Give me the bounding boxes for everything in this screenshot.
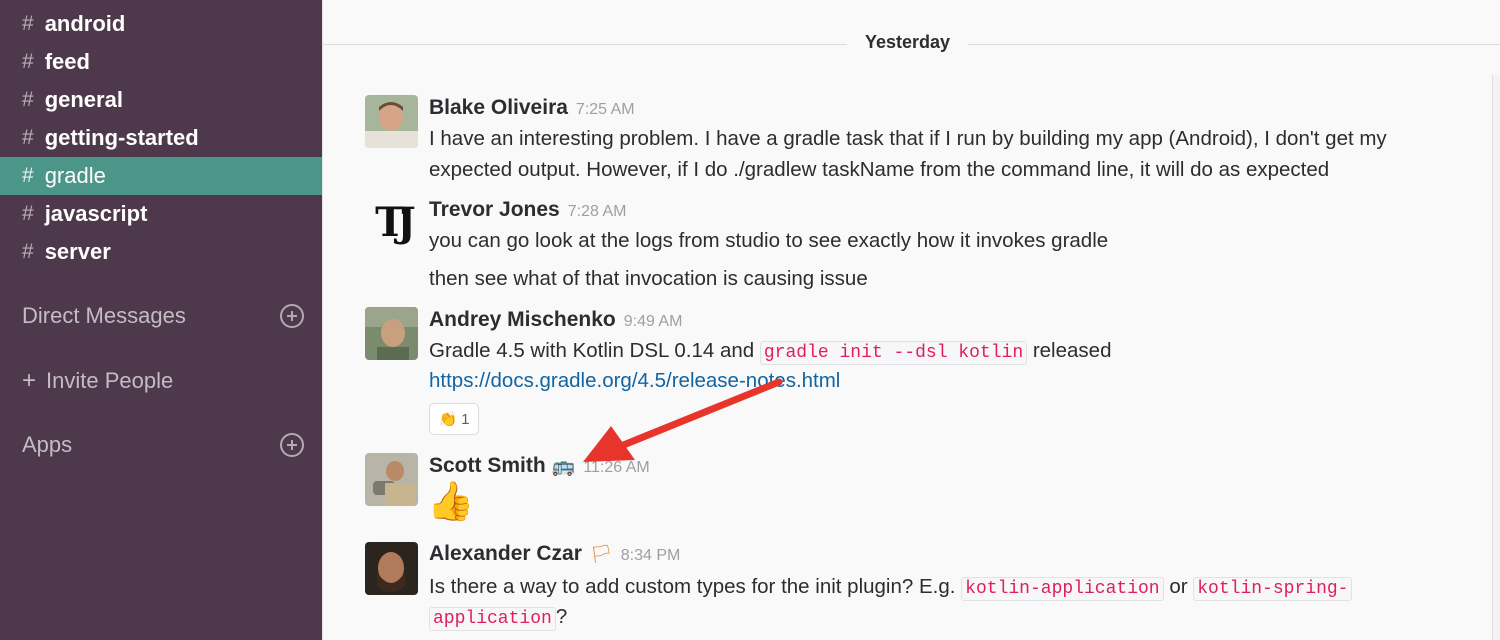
add-app-icon[interactable] — [280, 433, 304, 457]
message-pane: Yesterday Blake Oliveira 7:25 AM I have … — [322, 0, 1500, 640]
channel-label: android — [44, 11, 126, 36]
invite-people-label: Invite People — [46, 368, 174, 393]
avatar-photo-icon — [365, 453, 418, 506]
message-text: you can go look at the logs from studio … — [429, 229, 1109, 252]
message-header: Trevor Jones 7:28 AM — [429, 198, 626, 222]
hash-icon: # — [22, 202, 34, 225]
message-text: Gradle 4.5 with Kotlin DSL 0.14 and grad… — [429, 335, 1111, 369]
hash-icon: # — [22, 88, 34, 111]
timestamp[interactable]: 9:49 AM — [624, 313, 683, 331]
author-name[interactable]: Trevor Jones — [429, 198, 560, 222]
invite-people-button[interactable]: + Invite People — [22, 367, 304, 395]
message-text-part: Gradle 4.5 with Kotlin DSL 0.14 and — [429, 339, 755, 362]
timestamp[interactable]: 7:25 AM — [576, 101, 635, 119]
message-text: I have an interesting problem. I have a … — [429, 127, 1387, 150]
channel-feed[interactable]: # feed — [0, 43, 322, 81]
channel-gradle[interactable]: # gradle — [0, 157, 322, 195]
message-text: Is there a way to add custom types for t… — [429, 571, 1353, 605]
channel-server[interactable]: # server — [0, 233, 322, 271]
channel-general[interactable]: # general — [0, 81, 322, 119]
avatar[interactable] — [365, 307, 418, 360]
avatar-photo-icon — [365, 95, 418, 148]
hash-icon: # — [22, 50, 34, 73]
apps-section[interactable]: Apps — [22, 432, 304, 458]
channel-label: gradle — [44, 163, 106, 188]
channel-android[interactable]: # android — [0, 5, 322, 43]
message-text-part: or — [1169, 575, 1188, 598]
message-header: Blake Oliveira 7:25 AM — [429, 96, 635, 120]
plus-icon: + — [22, 367, 37, 394]
flag-icon[interactable]: 🏳 — [590, 544, 613, 565]
author-name[interactable]: Alexander Czar — [429, 542, 582, 566]
channel-label: server — [44, 239, 111, 264]
avatar-photo-icon — [365, 307, 418, 360]
thumbs-up-icon: 👍 — [427, 481, 475, 523]
author-name[interactable]: Blake Oliveira — [429, 96, 568, 120]
channel-label: general — [44, 87, 123, 112]
inline-code: kotlin-spring- — [1193, 577, 1353, 601]
hash-icon: # — [22, 126, 34, 149]
timestamp[interactable]: 8:34 PM — [621, 547, 681, 565]
message-text: then see what of that invocation is caus… — [429, 267, 868, 290]
message-text-part: ? — [555, 605, 568, 628]
author-name[interactable]: Andrey Mischenko — [429, 308, 616, 332]
reaction-button[interactable]: 👏 1 — [429, 403, 479, 435]
channel-javascript[interactable]: # javascript — [0, 195, 322, 233]
clap-icon: 👏 — [438, 411, 458, 428]
direct-messages-section[interactable]: Direct Messages — [22, 303, 304, 329]
add-direct-message-icon[interactable] — [280, 304, 304, 328]
avatar-monogram: TJ — [375, 199, 416, 246]
avatar[interactable] — [365, 95, 418, 148]
bus-icon[interactable]: 🚌 — [552, 454, 576, 478]
message-text-part: Is there a way to add custom types for t… — [429, 575, 956, 598]
hash-icon: # — [22, 240, 34, 263]
scrollbar[interactable] — [1492, 75, 1500, 640]
message-text: expected output. However, if I do ./grad… — [429, 158, 1330, 181]
avatar[interactable] — [365, 542, 418, 595]
message-text-part: released — [1032, 339, 1112, 362]
hash-icon: # — [22, 164, 34, 187]
avatar[interactable]: TJ — [365, 196, 418, 249]
sidebar: # android # feed # general # getting-sta… — [0, 0, 322, 640]
message-header: Andrey Mischenko 9:49 AM — [429, 308, 682, 332]
inline-code: application — [429, 607, 556, 631]
day-label: Yesterday — [847, 32, 969, 53]
inline-code: kotlin-application — [961, 577, 1164, 601]
avatar[interactable] — [365, 453, 418, 506]
avatar-photo-icon — [365, 542, 418, 595]
channel-label: getting-started — [44, 125, 199, 150]
channel-label: feed — [44, 49, 90, 74]
channel-label: javascript — [44, 201, 148, 226]
message-text: application? — [429, 601, 567, 635]
reaction-count: 1 — [461, 410, 470, 428]
direct-messages-label: Direct Messages — [22, 303, 186, 328]
hash-icon: # — [22, 12, 34, 35]
annotation-arrow-icon — [583, 378, 783, 462]
message-header: Alexander Czar 🏳 8:34 PM — [429, 542, 680, 566]
apps-label: Apps — [22, 432, 73, 457]
channel-getting-started[interactable]: # getting-started — [0, 119, 322, 157]
author-name[interactable]: Scott Smith — [429, 454, 546, 478]
inline-code: gradle init --dsl kotlin — [759, 341, 1028, 365]
timestamp[interactable]: 7:28 AM — [568, 203, 627, 221]
